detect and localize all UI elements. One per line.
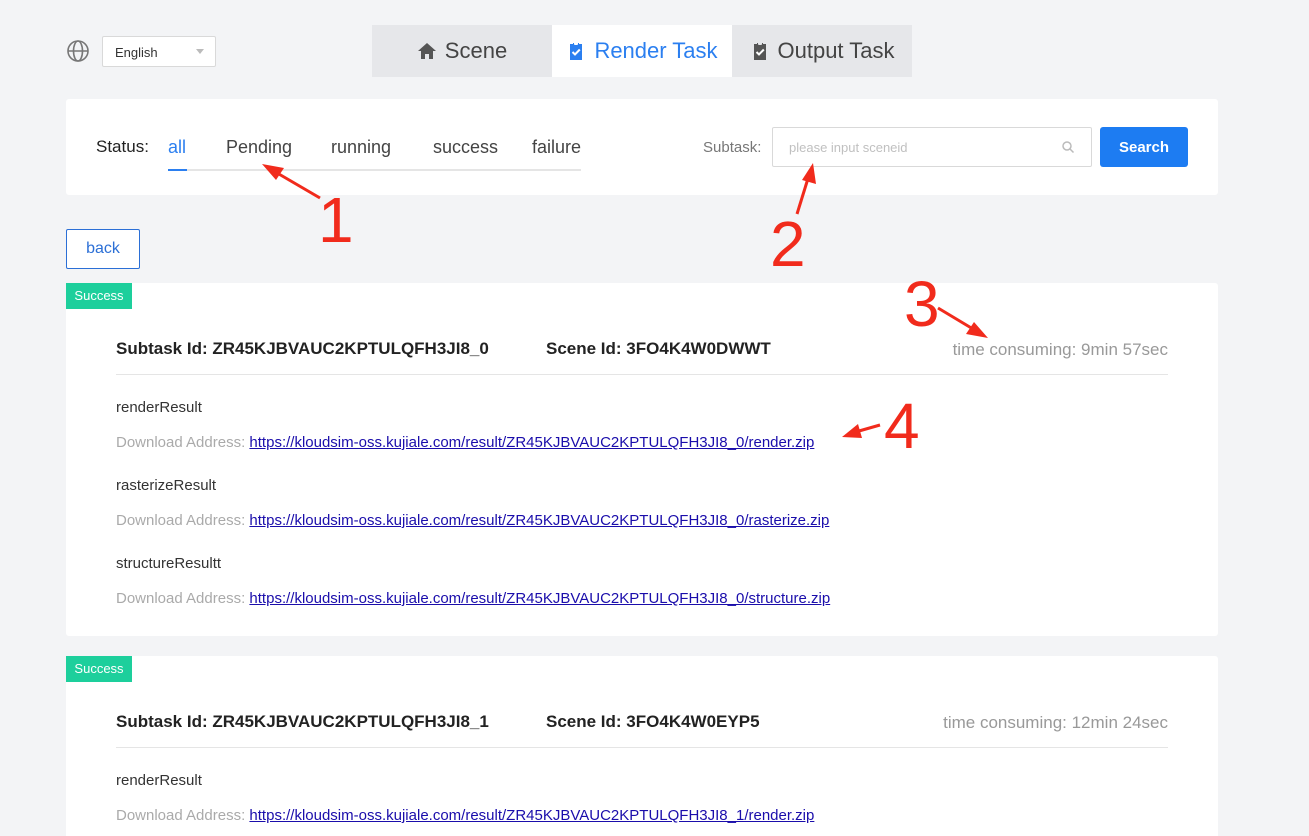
download-row-render: Download Address: https://kloudsim-oss.k… — [116, 434, 814, 451]
status-tab-all[interactable]: all — [168, 137, 186, 158]
annotation-label-2: 2 — [770, 208, 806, 280]
download-address-label: Download Address: — [116, 512, 250, 529]
back-button[interactable]: back — [66, 229, 140, 269]
clipboard-check-icon — [570, 42, 583, 60]
tab-scene-label: Scene — [444, 38, 508, 63]
active-tab-indicator — [168, 169, 187, 171]
scene-id: Scene Id: 3FO4K4W0DWWT — [546, 339, 771, 358]
language-select[interactable]: English — [102, 36, 216, 67]
status-badge: Success — [66, 283, 132, 309]
annotation-label-1: 1 — [318, 184, 354, 256]
result-card-header: Subtask Id: ZR45KJBVAUC2KPTULQFH3JI8_1 S… — [116, 710, 1168, 748]
status-label: Status: — [96, 137, 149, 156]
subtask-label: Subtask: — [703, 139, 762, 156]
subtask-id: Subtask Id: ZR45KJBVAUC2KPTULQFH3JI8_0 — [116, 339, 489, 358]
download-address-label: Download Address: — [116, 807, 250, 824]
subtask-search-input[interactable] — [789, 128, 1059, 166]
status-tab-success[interactable]: success — [433, 137, 498, 158]
time-consuming: time consuming: 12min 24sec — [943, 713, 1168, 732]
tab-render-task-label: Render Task — [594, 38, 718, 63]
status-tab-pending[interactable]: Pending — [226, 137, 292, 158]
result-title-structure: structureResultt — [116, 555, 222, 572]
tab-render-task[interactable]: Render Task — [552, 25, 732, 77]
filter-panel: Status: all Pending running success fail… — [66, 99, 1218, 195]
subtask-search-field — [772, 127, 1092, 167]
result-card: Success Subtask Id: ZR45KJBVAUC2KPTULQFH… — [66, 656, 1218, 836]
download-link-rasterize[interactable]: https://kloudsim-oss.kujiale.com/result/… — [249, 512, 829, 529]
result-title-render: renderResult — [116, 399, 202, 416]
tab-output-task-label: Output Task — [777, 38, 895, 63]
language-select-value: English — [115, 45, 158, 60]
status-tabs: all Pending running success failure — [168, 131, 581, 171]
status-badge: Success — [66, 656, 132, 682]
globe-icon — [67, 40, 89, 62]
tab-scene[interactable]: Scene — [372, 25, 552, 77]
download-link-structure[interactable]: https://kloudsim-oss.kujiale.com/result/… — [249, 590, 830, 607]
subtask-id: Subtask Id: ZR45KJBVAUC2KPTULQFH3JI8_1 — [116, 712, 489, 731]
tab-output-task[interactable]: Output Task — [732, 25, 912, 77]
result-card: Success Subtask Id: ZR45KJBVAUC2KPTULQFH… — [66, 283, 1218, 636]
download-link-render[interactable]: https://kloudsim-oss.kujiale.com/result/… — [249, 807, 814, 824]
download-address-label: Download Address: — [116, 590, 250, 607]
clipboard-check-icon — [753, 42, 766, 60]
download-address-label: Download Address: — [116, 434, 250, 451]
search-button[interactable]: Search — [1100, 127, 1188, 167]
search-icon[interactable] — [1061, 140, 1075, 154]
download-row-render: Download Address: https://kloudsim-oss.k… — [116, 807, 814, 824]
download-link-render[interactable]: https://kloudsim-oss.kujiale.com/result/… — [249, 434, 814, 451]
home-icon — [417, 43, 436, 59]
download-row-structure: Download Address: https://kloudsim-oss.k… — [116, 590, 830, 607]
result-title-render: renderResult — [116, 772, 202, 789]
annotation-label-3: 3 — [904, 268, 940, 340]
scene-id: Scene Id: 3FO4K4W0EYP5 — [546, 712, 760, 731]
annotation-label-4: 4 — [884, 390, 920, 462]
chevron-down-icon — [196, 49, 204, 54]
result-card-header: Subtask Id: ZR45KJBVAUC2KPTULQFH3JI8_0 S… — [116, 337, 1168, 375]
result-title-rasterize: rasterizeResult — [116, 477, 217, 494]
status-tab-failure[interactable]: failure — [532, 137, 581, 158]
status-tab-running[interactable]: running — [331, 137, 391, 158]
time-consuming: time consuming: 9min 57sec — [952, 340, 1168, 359]
top-nav: Scene Render Task Output Task — [372, 25, 912, 77]
download-row-rasterize: Download Address: https://kloudsim-oss.k… — [116, 512, 829, 529]
